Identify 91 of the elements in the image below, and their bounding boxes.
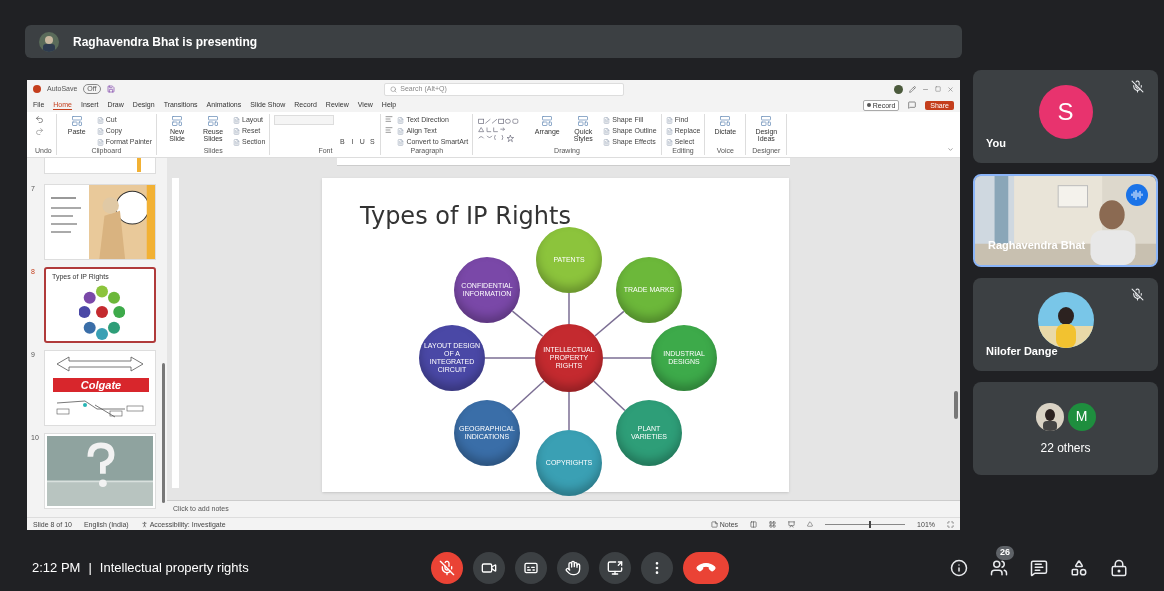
tool-icon: [603, 138, 611, 146]
close-icon[interactable]: [947, 85, 954, 93]
tool-icon: [171, 115, 184, 127]
presenter-text: Raghavendra Bhat is presenting: [73, 33, 258, 51]
present-button[interactable]: [599, 552, 631, 584]
scrollbar: [954, 391, 958, 419]
camera-icon: [481, 560, 497, 576]
camera-button[interactable]: [473, 552, 505, 584]
redo-icon[interactable]: [35, 127, 44, 136]
account-avatar[interactable]: [894, 84, 903, 94]
tool-icon: [397, 116, 405, 124]
avatar-initial: M: [1067, 402, 1096, 431]
more-options-button[interactable]: [641, 552, 673, 584]
end-call-button[interactable]: [683, 552, 729, 584]
tool-icon: [760, 115, 773, 127]
search-icon: [390, 85, 398, 93]
tool-icon: [96, 138, 104, 146]
audio-bars-icon: [1131, 189, 1143, 201]
slideshow-icon[interactable]: [807, 521, 814, 527]
participant-tile[interactable]: S You: [973, 70, 1158, 163]
tool-icon: [96, 116, 104, 124]
mic-off-icon: [439, 560, 455, 576]
tool-icon: [665, 138, 673, 146]
connector-line: [510, 380, 545, 412]
connector-line: [594, 310, 625, 337]
participant-name: Raghavendra Bhat: [988, 237, 1086, 253]
save-icon[interactable]: [106, 85, 115, 93]
connector-line: [568, 391, 570, 431]
captions-icon: [523, 560, 539, 576]
tool-icon: [397, 127, 405, 135]
microphone-button[interactable]: [431, 552, 463, 584]
tool-icon: [603, 127, 611, 135]
activities-icon[interactable]: [1070, 559, 1088, 577]
tool-icon: [70, 115, 83, 127]
tool-icon: [603, 116, 611, 124]
zoom-thumb[interactable]: [869, 520, 872, 528]
raise-hand-button[interactable]: [557, 552, 589, 584]
tool-icon: [233, 127, 241, 135]
captions-button[interactable]: [515, 552, 547, 584]
align-icon[interactable]: [385, 126, 394, 134]
avatar-initial: S: [1038, 84, 1093, 139]
connector-line: [568, 292, 570, 325]
connector-line: [484, 357, 536, 359]
tool-icon: [233, 138, 241, 146]
connector-line: [593, 380, 626, 412]
present-screen-icon: [607, 560, 623, 576]
participant-name: You: [986, 135, 1006, 151]
participant-tile[interactable]: M 22 others: [973, 382, 1158, 475]
meeting-time: 2:12 PM: [32, 559, 81, 578]
meeting-title: Intellectual property rights: [99, 559, 249, 578]
participant-tile[interactable]: Nilofer Dange: [973, 278, 1158, 371]
diagram-drawing: [79, 283, 125, 341]
slide-thumbnail[interactable]: Colgate: [44, 350, 156, 426]
chat-icon[interactable]: [1030, 559, 1048, 577]
tool-icon: [719, 115, 732, 127]
comment-icon[interactable]: [908, 101, 917, 109]
slide-thumbnail[interactable]: [44, 184, 156, 260]
tool-icon: [96, 127, 104, 135]
tool-icon: [397, 138, 405, 146]
list-icon[interactable]: [385, 115, 394, 123]
fit-slide-icon[interactable]: [947, 520, 954, 528]
tool-icon: [665, 116, 673, 124]
app-logo-icon: [33, 85, 41, 93]
lock-icon[interactable]: [1110, 559, 1128, 577]
participant-count-badge: 26: [996, 546, 1014, 560]
people-icon[interactable]: [990, 559, 1008, 577]
tool-icon: [665, 127, 673, 135]
tool-icon: [207, 115, 220, 127]
slide-thumbnail[interactable]: [44, 158, 156, 174]
tool-icon: [233, 116, 241, 124]
maximize-icon[interactable]: [935, 86, 941, 92]
reading-view-icon[interactable]: [788, 520, 796, 528]
tool-icon: [577, 115, 590, 127]
info-icon[interactable]: [950, 559, 968, 577]
separator: |: [88, 559, 92, 578]
collapse-icon[interactable]: [947, 146, 954, 153]
participant-name: Nilofer Dange: [986, 343, 1058, 359]
connector-line: [602, 357, 652, 359]
pen-icon[interactable]: [909, 85, 916, 93]
participant-name: 22 others: [1039, 440, 1092, 457]
sorter-view-icon[interactable]: [769, 520, 777, 528]
normal-view-icon[interactable]: [750, 520, 758, 528]
undo-icon[interactable]: [35, 115, 44, 124]
connector-line: [511, 310, 544, 338]
font-field[interactable]: [274, 115, 335, 125]
slide-title[interactable]: Types of IP Rights: [360, 202, 571, 230]
hand-icon: [565, 560, 581, 576]
accessibility-icon: [140, 520, 148, 528]
notes-icon: [710, 520, 718, 528]
logo-banner: Colgate: [53, 378, 149, 392]
tool-icon: [541, 115, 554, 127]
